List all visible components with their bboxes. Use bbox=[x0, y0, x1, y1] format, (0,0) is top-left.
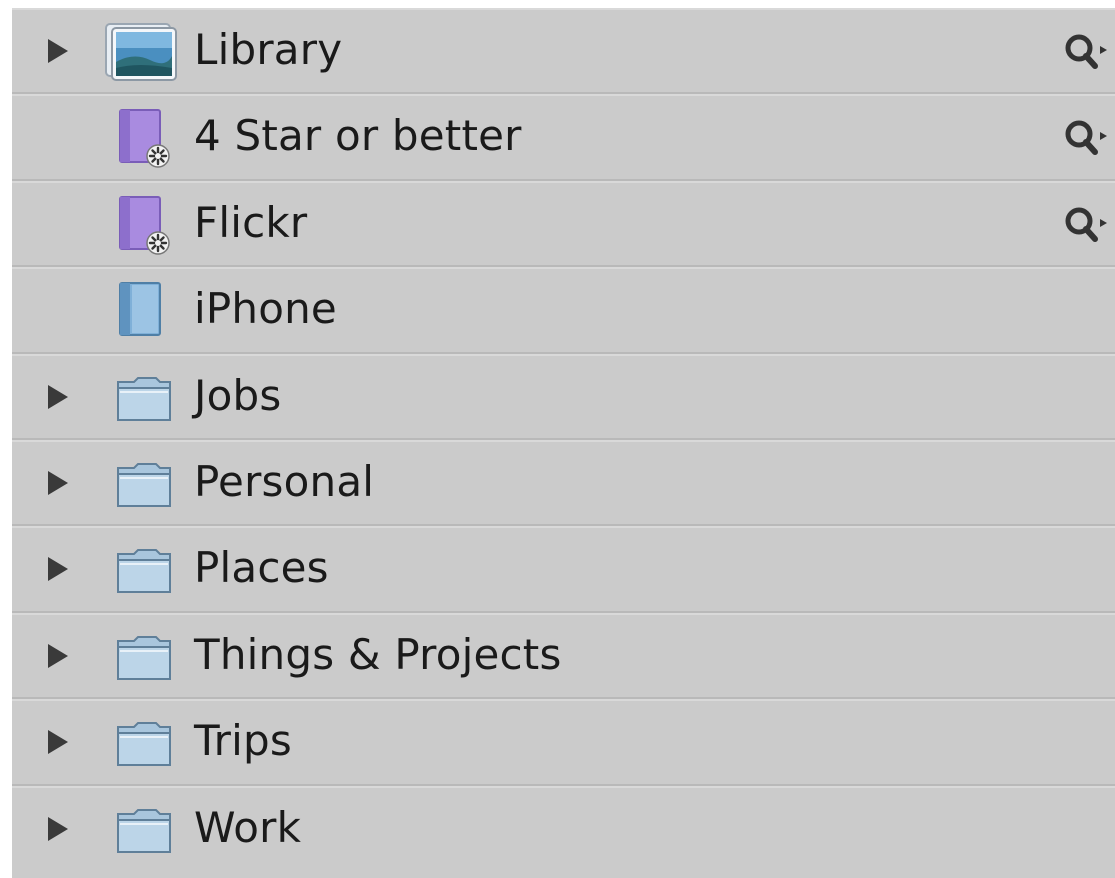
album-icon bbox=[104, 281, 180, 341]
disclosure-triangle-icon[interactable] bbox=[48, 816, 68, 841]
sidebar-item-label: Personal bbox=[194, 456, 375, 506]
sidebar-item-library[interactable]: Library bbox=[12, 8, 1115, 95]
sidebar-item-label: Flickr bbox=[194, 197, 308, 247]
sidebar-item-trips[interactable]: Trips bbox=[12, 699, 1115, 786]
folder-icon bbox=[104, 540, 180, 600]
library-photos-icon bbox=[104, 22, 180, 82]
smart-album-icon bbox=[104, 195, 180, 255]
sidebar-item-personal[interactable]: Personal bbox=[12, 440, 1115, 527]
folder-icon bbox=[104, 800, 180, 860]
disclosure-triangle-icon[interactable] bbox=[48, 470, 68, 495]
search-icon[interactable] bbox=[1063, 118, 1109, 158]
smart-album-icon bbox=[104, 108, 180, 169]
sidebar-item-things-and-projects[interactable]: Things & Projects bbox=[12, 613, 1115, 700]
disclosure-triangle-icon[interactable] bbox=[48, 39, 68, 63]
sidebar-item-label: Things & Projects bbox=[194, 629, 562, 679]
sidebar-panel: Library 4 Star or better Flickr iPhone J… bbox=[12, 8, 1115, 878]
sidebar-item-label: Trips bbox=[194, 716, 292, 766]
disclosure-triangle-icon[interactable] bbox=[48, 557, 68, 582]
sidebar-item-label: Places bbox=[194, 543, 329, 593]
sidebar-item-label: 4 Star or better bbox=[194, 111, 522, 161]
sidebar-item-places[interactable]: Places bbox=[12, 526, 1115, 613]
sidebar-item-label: iPhone bbox=[194, 284, 337, 334]
search-icon[interactable] bbox=[1063, 32, 1109, 72]
sidebar-item-4-star-or-better[interactable]: 4 Star or better bbox=[12, 94, 1115, 181]
sidebar-item-iphone[interactable]: iPhone bbox=[12, 267, 1115, 354]
folder-icon bbox=[104, 454, 180, 514]
sidebar-item-flickr[interactable]: Flickr bbox=[12, 181, 1115, 268]
sidebar-item-jobs[interactable]: Jobs bbox=[12, 354, 1115, 440]
folder-icon bbox=[104, 368, 180, 428]
disclosure-triangle-icon[interactable] bbox=[48, 643, 68, 668]
folder-icon bbox=[104, 713, 180, 773]
sidebar-item-label: Work bbox=[194, 802, 302, 852]
sidebar-item-work[interactable]: Work bbox=[12, 786, 1115, 872]
disclosure-triangle-icon[interactable] bbox=[48, 730, 68, 755]
sidebar-item-label: Jobs bbox=[194, 370, 282, 420]
search-icon[interactable] bbox=[1063, 205, 1109, 245]
folder-icon bbox=[104, 627, 180, 687]
sidebar-item-label: Library bbox=[194, 25, 343, 74]
source-list: Library 4 Star or better Flickr iPhone J… bbox=[12, 8, 1115, 872]
disclosure-triangle-icon[interactable] bbox=[48, 384, 68, 409]
